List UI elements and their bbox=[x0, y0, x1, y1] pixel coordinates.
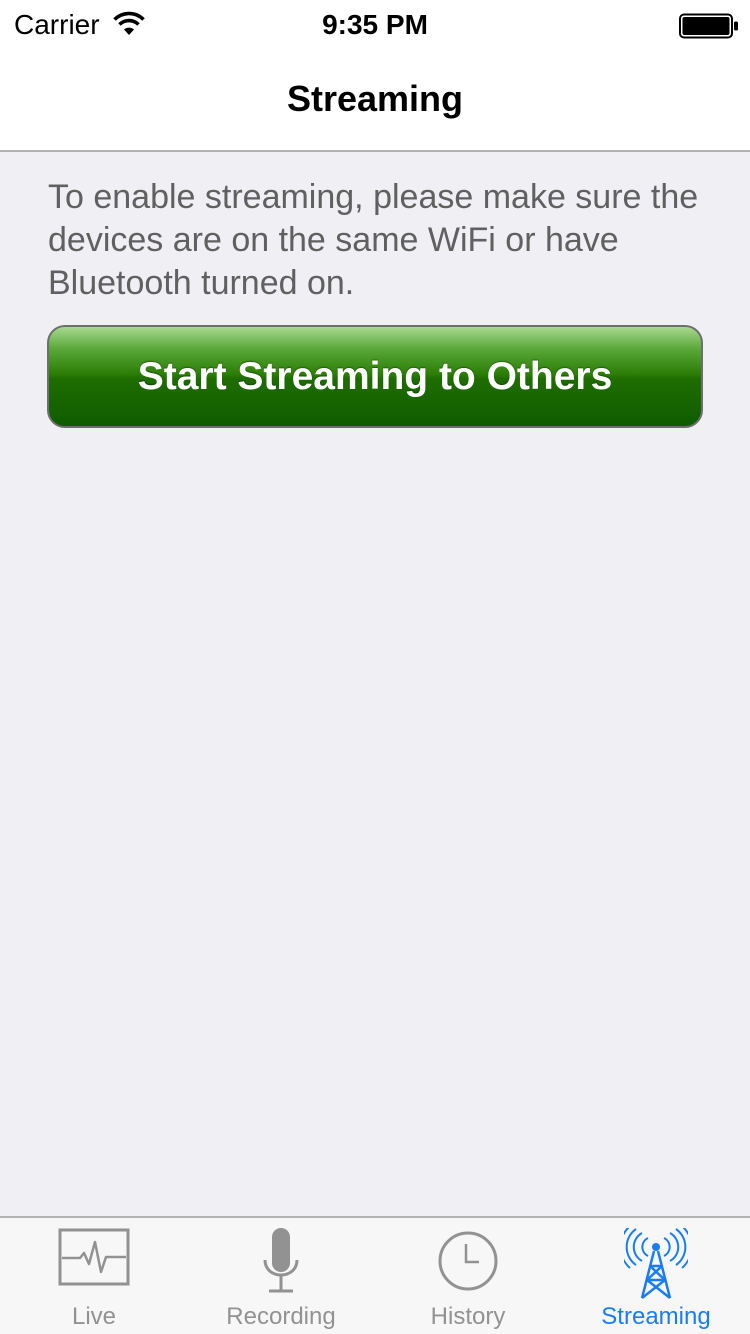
tab-streaming-label: Streaming bbox=[601, 1303, 711, 1330]
status-bar: Carrier 9:35 PM bbox=[0, 0, 750, 50]
page-title: Streaming bbox=[286, 78, 464, 119]
microphone-icon bbox=[263, 1228, 299, 1293]
waveform-icon bbox=[58, 1228, 130, 1286]
tab-history[interactable]: History bbox=[374, 1218, 562, 1334]
navigation-bar: Streaming bbox=[0, 50, 750, 152]
tab-recording[interactable]: Recording bbox=[187, 1218, 375, 1334]
status-time: 9:35 PM bbox=[322, 9, 428, 40]
tab-live-label: Live bbox=[71, 1303, 117, 1330]
tab-streaming[interactable]: Streaming bbox=[562, 1218, 750, 1334]
start-streaming-button[interactable]: Start Streaming to Others bbox=[47, 325, 703, 428]
broadcast-tower-icon bbox=[624, 1228, 688, 1299]
clock-icon bbox=[438, 1231, 498, 1291]
streaming-content: To enable streaming, please make sure th… bbox=[0, 152, 750, 1216]
streaming-instructions: To enable streaming, please make sure th… bbox=[48, 178, 699, 302]
tab-history-label: History bbox=[430, 1303, 506, 1330]
tab-live[interactable]: Live bbox=[0, 1218, 188, 1334]
battery-icon bbox=[679, 13, 738, 39]
tab-recording-label: Recording bbox=[226, 1303, 336, 1330]
tab-bar: Live Recording History Streaming bbox=[0, 1216, 750, 1334]
